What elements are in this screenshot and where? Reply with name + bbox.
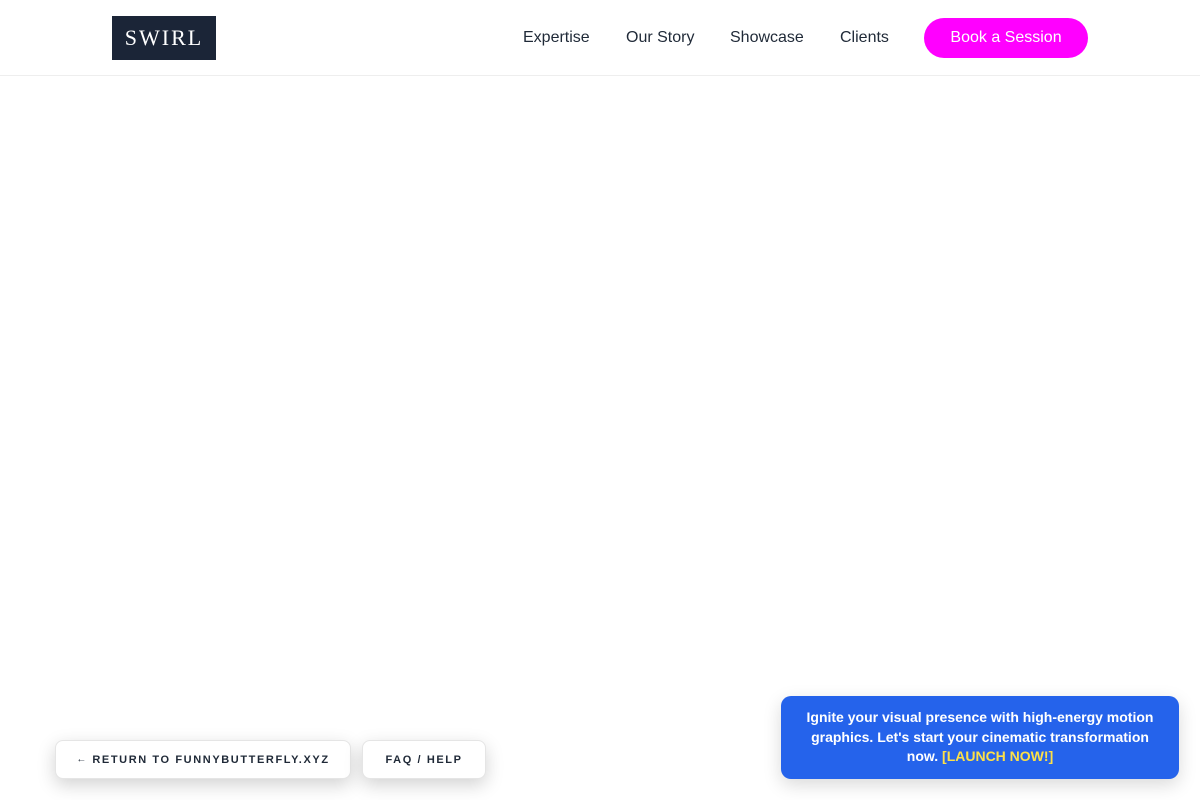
nav-link-our-story[interactable]: Our Story — [626, 28, 694, 48]
nav-link-clients[interactable]: Clients — [840, 28, 889, 48]
faq-help-button[interactable]: FAQ / HELP — [362, 740, 486, 779]
nav-link-expertise[interactable]: Expertise — [523, 28, 590, 48]
nav-link-showcase[interactable]: Showcase — [730, 28, 804, 48]
site-header: SWIRL Expertise Our Story Showcase Clien… — [0, 0, 1200, 76]
main-content-area — [0, 77, 1200, 800]
promo-banner: Ignite your visual presence with high-en… — [781, 696, 1179, 779]
launch-now-link[interactable]: [LAUNCH NOW!] — [942, 748, 1053, 764]
book-session-button[interactable]: Book a Session — [924, 18, 1088, 58]
arrow-left-icon: ← — [76, 754, 87, 765]
return-link-label: RETURN TO FUNNYBUTTERFLY.XYZ — [92, 753, 330, 766]
return-link-button[interactable]: ← RETURN TO FUNNYBUTTERFLY.XYZ — [55, 740, 351, 779]
promo-text-block: Ignite your visual presence with high-en… — [803, 708, 1157, 767]
